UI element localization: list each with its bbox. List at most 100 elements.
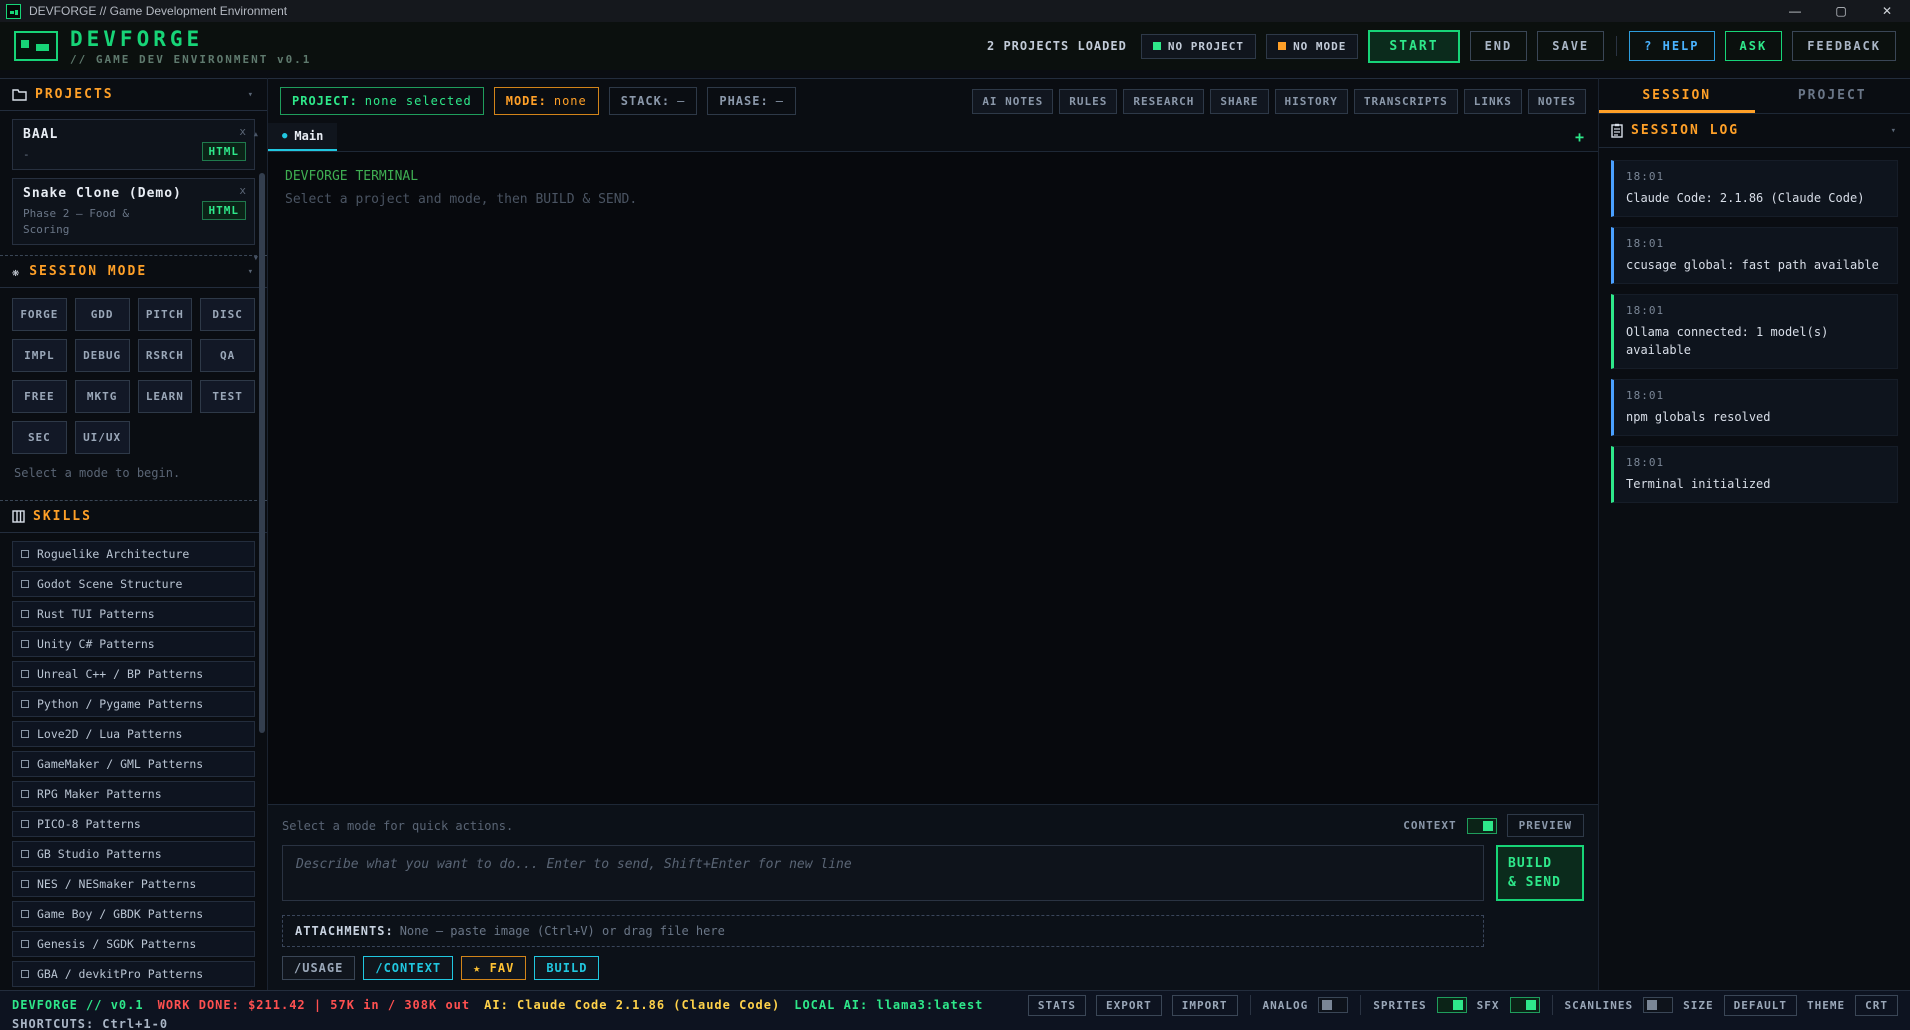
checkbox-icon[interactable] — [21, 760, 29, 768]
mode-button-forge[interactable]: FORGE — [12, 298, 67, 331]
mode-button-uiux[interactable]: UI/UX — [75, 421, 130, 454]
checkbox-icon[interactable] — [21, 670, 29, 678]
stats-button[interactable]: STATS — [1028, 995, 1086, 1016]
checkbox-icon[interactable] — [21, 550, 29, 558]
scroll-up-icon[interactable]: ▲ — [254, 130, 258, 138]
checkbox-icon[interactable] — [21, 850, 29, 858]
checkbox-icon[interactable] — [21, 700, 29, 708]
skill-item[interactable]: RPG Maker Patterns — [12, 781, 255, 807]
mode-button-free[interactable]: FREE — [12, 380, 67, 413]
start-button[interactable]: START — [1368, 30, 1459, 63]
mode-button-qa[interactable]: QA — [200, 339, 255, 372]
close-project-icon[interactable]: x — [239, 184, 246, 197]
tab-main-terminal[interactable]: ● Main — [268, 123, 337, 151]
help-button[interactable]: ? HELP — [1629, 31, 1714, 61]
mode-button-debug[interactable]: DEBUG — [75, 339, 130, 372]
tab-ai-notes[interactable]: AI NOTES — [972, 89, 1053, 114]
project-name: Snake Clone (Demo) — [23, 186, 244, 201]
tab-history[interactable]: HISTORY — [1275, 89, 1348, 114]
mode-button-mktg[interactable]: MKTG — [75, 380, 130, 413]
skill-item[interactable]: GameMaker / GML Patterns — [12, 751, 255, 777]
mode-button-test[interactable]: TEST — [200, 380, 255, 413]
slash-command-row: /USAGE /CONTEXT ★ FAV BUILD — [282, 956, 1484, 980]
checkbox-icon[interactable] — [21, 910, 29, 918]
skill-item[interactable]: Godot Scene Structure — [12, 571, 255, 597]
tab-transcripts[interactable]: TRANSCRIPTS — [1354, 89, 1458, 114]
build-and-send-button[interactable]: BUILD & SEND — [1496, 845, 1584, 901]
new-tab-button[interactable]: + — [1561, 128, 1598, 146]
skill-item[interactable]: Unity C# Patterns — [12, 631, 255, 657]
maximize-icon[interactable]: ▢ — [1818, 0, 1864, 22]
checkbox-icon[interactable] — [21, 820, 29, 828]
checkbox-icon[interactable] — [21, 580, 29, 588]
tab-notes[interactable]: NOTES — [1528, 89, 1586, 114]
tab-links[interactable]: LINKS — [1464, 89, 1522, 114]
end-button[interactable]: END — [1470, 31, 1528, 61]
context-toggle[interactable] — [1467, 818, 1497, 834]
context-bar: PROJECT: none selected MODE: none STACK:… — [268, 79, 1598, 123]
log-message: ccusage global: fast path available — [1626, 256, 1885, 274]
skill-item[interactable]: Roguelike Architecture — [12, 541, 255, 567]
library-icon — [12, 510, 25, 523]
close-icon[interactable]: ✕ — [1864, 0, 1910, 22]
checkbox-icon[interactable] — [21, 880, 29, 888]
tab-share[interactable]: SHARE — [1210, 89, 1268, 114]
mode-button-sec[interactable]: SEC — [12, 421, 67, 454]
sfx-toggle[interactable] — [1510, 997, 1540, 1013]
checkbox-icon[interactable] — [21, 970, 29, 978]
close-project-icon[interactable]: x — [239, 125, 246, 138]
mode-button-rsrch[interactable]: RSRCH — [138, 339, 193, 372]
build-button[interactable]: BUILD — [534, 956, 599, 980]
usage-button[interactable]: /USAGE — [282, 956, 355, 980]
skill-item[interactable]: Love2D / Lua Patterns — [12, 721, 255, 747]
scroll-down-icon[interactable]: ▼ — [254, 254, 258, 262]
project-card[interactable]: Snake Clone (Demo) Phase 2 — Food & Scor… — [12, 178, 255, 245]
sidebar-scrollbar[interactable] — [259, 173, 265, 733]
tab-project[interactable]: PROJECT — [1755, 79, 1910, 113]
analog-toggle[interactable] — [1318, 997, 1348, 1013]
mode-button-pitch[interactable]: PITCH — [138, 298, 193, 331]
skill-item[interactable]: GB Studio Patterns — [12, 841, 255, 867]
sprites-toggle[interactable] — [1437, 997, 1467, 1013]
import-button[interactable]: IMPORT — [1172, 995, 1238, 1016]
export-button[interactable]: EXPORT — [1096, 995, 1162, 1016]
project-card[interactable]: BAAL - x HTML — [12, 119, 255, 170]
scanlines-toggle[interactable] — [1643, 997, 1673, 1013]
checkbox-icon[interactable] — [21, 610, 29, 618]
tab-session[interactable]: SESSION — [1599, 79, 1755, 113]
checkbox-icon[interactable] — [21, 790, 29, 798]
attachments-dropzone[interactable]: ATTACHMENTS:None — paste image (Ctrl+V) … — [282, 915, 1484, 947]
chevron-down-icon[interactable]: ▾ — [248, 267, 255, 277]
tab-rules[interactable]: RULES — [1059, 89, 1117, 114]
skill-item[interactable]: Rust TUI Patterns — [12, 601, 255, 627]
feedback-button[interactable]: FEEDBACK — [1792, 31, 1896, 61]
skill-item[interactable]: Game Boy / GBDK Patterns — [12, 901, 255, 927]
prompt-input[interactable] — [282, 845, 1484, 901]
checkbox-icon[interactable] — [21, 940, 29, 948]
save-button[interactable]: SAVE — [1537, 31, 1604, 61]
theme-crt-button[interactable]: CRT — [1855, 995, 1898, 1016]
tab-research[interactable]: RESEARCH — [1123, 89, 1204, 114]
fav-button[interactable]: ★ FAV — [461, 956, 526, 980]
skill-item[interactable]: GBA / devkitPro Patterns — [12, 961, 255, 987]
preview-button[interactable]: PREVIEW — [1507, 814, 1584, 837]
context-command-button[interactable]: /CONTEXT — [363, 956, 453, 980]
skill-item[interactable]: Unreal C++ / BP Patterns — [12, 661, 255, 687]
minimize-icon[interactable]: — — [1772, 0, 1818, 22]
skill-item[interactable]: Genesis / SGDK Patterns — [12, 931, 255, 957]
mode-button-gdd[interactable]: GDD — [75, 298, 130, 331]
chevron-down-icon[interactable]: ▾ — [248, 90, 255, 100]
skill-item[interactable]: Python / Pygame Patterns — [12, 691, 255, 717]
folder-icon — [12, 89, 27, 101]
mode-button-disc[interactable]: DISC — [200, 298, 255, 331]
checkbox-icon[interactable] — [21, 730, 29, 738]
skill-item[interactable]: NES / NESmaker Patterns — [12, 871, 255, 897]
checkbox-icon[interactable] — [21, 640, 29, 648]
ask-button[interactable]: ASK — [1725, 31, 1783, 61]
skill-item[interactable]: PICO-8 Patterns — [12, 811, 255, 837]
terminal-output[interactable]: DEVFORGE TERMINAL Select a project and m… — [268, 152, 1598, 804]
chevron-down-icon[interactable]: ▾ — [1891, 126, 1898, 136]
mode-button-learn[interactable]: LEARN — [138, 380, 193, 413]
mode-button-impl[interactable]: IMPL — [12, 339, 67, 372]
size-default-button[interactable]: DEFAULT — [1724, 995, 1797, 1016]
